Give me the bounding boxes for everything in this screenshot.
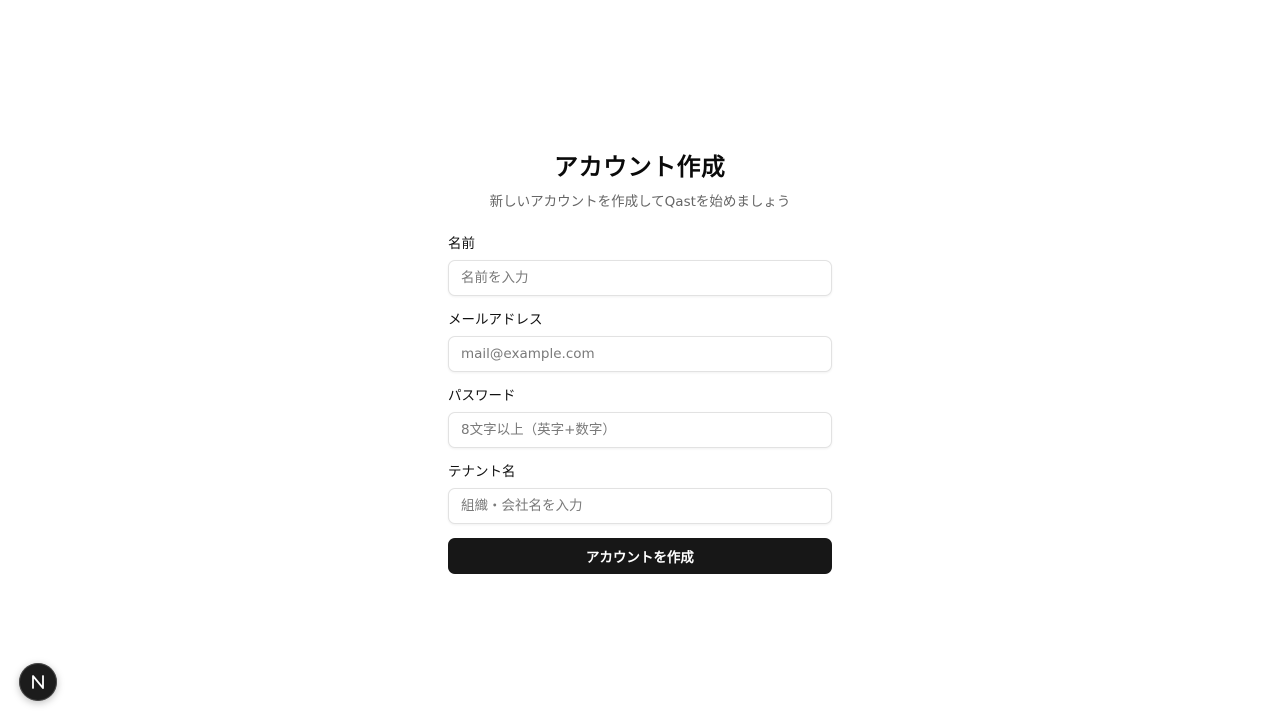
password-field-group: パスワード <box>448 386 832 448</box>
password-input[interactable] <box>448 412 832 448</box>
create-account-button[interactable]: アカウントを作成 <box>448 538 832 574</box>
name-input[interactable] <box>448 260 832 296</box>
signup-page: アカウント作成 新しいアカウントを作成してQastを始めましょう 名前 メールア… <box>0 0 1280 720</box>
tenant-input[interactable] <box>448 488 832 524</box>
page-subtitle: 新しいアカウントを作成してQastを始めましょう <box>489 194 791 210</box>
email-input[interactable] <box>448 336 832 372</box>
password-label: パスワード <box>448 388 516 404</box>
page-title: アカウント作成 <box>554 153 726 181</box>
signup-card: アカウント作成 新しいアカウントを作成してQastを始めましょう 名前 メールア… <box>448 150 832 574</box>
email-label: メールアドレス <box>448 312 543 328</box>
name-field-group: 名前 <box>448 234 832 296</box>
tenant-label: テナント名 <box>448 464 516 480</box>
signup-form: 名前 メールアドレス パスワード テナント名 アカウントを作成 <box>448 234 832 574</box>
email-field-group: メールアドレス <box>448 310 832 372</box>
nextjs-dev-indicator-button[interactable] <box>19 663 57 701</box>
name-label: 名前 <box>448 236 475 252</box>
nextjs-logo-icon <box>32 675 44 689</box>
tenant-field-group: テナント名 <box>448 462 832 524</box>
